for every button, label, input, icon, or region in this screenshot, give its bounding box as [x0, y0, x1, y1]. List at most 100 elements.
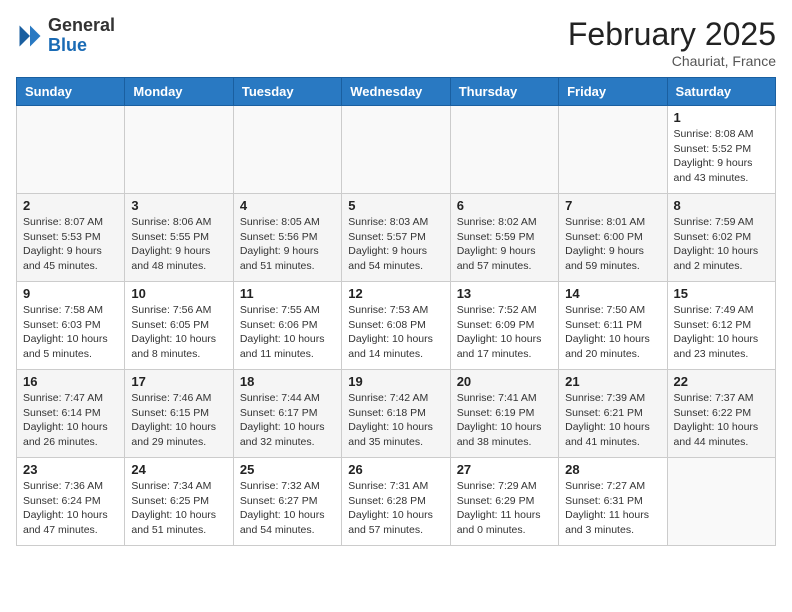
logo-general: General	[48, 15, 115, 35]
day-number: 23	[23, 462, 118, 477]
logo-blue: Blue	[48, 35, 87, 55]
day-number: 9	[23, 286, 118, 301]
weekday-header: Monday	[125, 78, 233, 106]
calendar-day: 15 Sunrise: 7:49 AM Sunset: 6:12 PM Dayli…	[667, 282, 775, 370]
calendar-day: 9 Sunrise: 7:58 AM Sunset: 6:03 PM Daylig…	[17, 282, 125, 370]
calendar-week-row: 1Sunrise: 8:08 AM Sunset: 5:52 PM Daylig…	[17, 106, 776, 194]
calendar-day: 3 Sunrise: 8:06 AM Sunset: 5:55 PM Daylig…	[125, 194, 233, 282]
weekday-header-row: SundayMondayTuesdayWednesdayThursdayFrid…	[17, 78, 776, 106]
day-info: Sunrise: 8:02 AM Sunset: 5:59 PM Dayligh…	[457, 215, 552, 274]
calendar-week-row: 2 Sunrise: 8:07 AM Sunset: 5:53 PM Daylig…	[17, 194, 776, 282]
day-info: Sunrise: 7:55 AM Sunset: 6:06 PM Dayligh…	[240, 303, 335, 362]
calendar-day: 6Sunrise: 8:02 AM Sunset: 5:59 PM Daylig…	[450, 194, 558, 282]
day-number: 24	[131, 462, 226, 477]
day-number: 21	[565, 374, 660, 389]
day-number: 25	[240, 462, 335, 477]
day-number: 7	[565, 198, 660, 213]
day-info: Sunrise: 8:01 AM Sunset: 6:00 PM Dayligh…	[565, 215, 660, 274]
calendar-day	[450, 106, 558, 194]
day-info: Sunrise: 7:52 AM Sunset: 6:09 PM Dayligh…	[457, 303, 552, 362]
day-number: 22	[674, 374, 769, 389]
calendar-day: 5Sunrise: 8:03 AM Sunset: 5:57 PM Daylig…	[342, 194, 450, 282]
day-number: 3	[131, 198, 226, 213]
calendar-day: 7 Sunrise: 8:01 AM Sunset: 6:00 PM Daylig…	[559, 194, 667, 282]
day-info: Sunrise: 7:56 AM Sunset: 6:05 PM Dayligh…	[131, 303, 226, 362]
logo-icon	[16, 22, 44, 50]
day-info: Sunrise: 8:07 AM Sunset: 5:53 PM Dayligh…	[23, 215, 118, 274]
calendar-day: 20 Sunrise: 7:41 AM Sunset: 6:19 PM Dayli…	[450, 370, 558, 458]
day-info: Sunrise: 7:34 AM Sunset: 6:25 PM Dayligh…	[131, 479, 226, 538]
calendar-day: 1Sunrise: 8:08 AM Sunset: 5:52 PM Daylig…	[667, 106, 775, 194]
day-info: Sunrise: 7:53 AM Sunset: 6:08 PM Dayligh…	[348, 303, 443, 362]
calendar-week-row: 23 Sunrise: 7:36 AM Sunset: 6:24 PM Dayli…	[17, 458, 776, 546]
day-info: Sunrise: 7:36 AM Sunset: 6:24 PM Dayligh…	[23, 479, 118, 538]
calendar-day: 26 Sunrise: 7:31 AM Sunset: 6:28 PM Dayli…	[342, 458, 450, 546]
calendar-week-row: 16 Sunrise: 7:47 AM Sunset: 6:14 PM Dayli…	[17, 370, 776, 458]
calendar-day: 28 Sunrise: 7:27 AM Sunset: 6:31 PM Dayli…	[559, 458, 667, 546]
day-number: 8	[674, 198, 769, 213]
calendar-day: 19 Sunrise: 7:42 AM Sunset: 6:18 PM Dayli…	[342, 370, 450, 458]
calendar-day	[342, 106, 450, 194]
calendar-day: 24 Sunrise: 7:34 AM Sunset: 6:25 PM Dayli…	[125, 458, 233, 546]
day-info: Sunrise: 7:32 AM Sunset: 6:27 PM Dayligh…	[240, 479, 335, 538]
day-number: 16	[23, 374, 118, 389]
calendar-day	[559, 106, 667, 194]
day-number: 19	[348, 374, 443, 389]
day-info: Sunrise: 7:27 AM Sunset: 6:31 PM Dayligh…	[565, 479, 660, 538]
day-info: Sunrise: 8:05 AM Sunset: 5:56 PM Dayligh…	[240, 215, 335, 274]
day-number: 11	[240, 286, 335, 301]
calendar-day: 16 Sunrise: 7:47 AM Sunset: 6:14 PM Dayli…	[17, 370, 125, 458]
day-number: 12	[348, 286, 443, 301]
weekday-header: Wednesday	[342, 78, 450, 106]
calendar-day: 12 Sunrise: 7:53 AM Sunset: 6:08 PM Dayli…	[342, 282, 450, 370]
calendar-week-row: 9 Sunrise: 7:58 AM Sunset: 6:03 PM Daylig…	[17, 282, 776, 370]
location: Chauriat, France	[568, 53, 776, 69]
day-number: 20	[457, 374, 552, 389]
day-number: 28	[565, 462, 660, 477]
calendar-day: 17Sunrise: 7:46 AM Sunset: 6:15 PM Dayli…	[125, 370, 233, 458]
day-number: 13	[457, 286, 552, 301]
day-info: Sunrise: 7:44 AM Sunset: 6:17 PM Dayligh…	[240, 391, 335, 450]
day-info: Sunrise: 7:58 AM Sunset: 6:03 PM Dayligh…	[23, 303, 118, 362]
calendar-day	[125, 106, 233, 194]
day-number: 26	[348, 462, 443, 477]
weekday-header: Saturday	[667, 78, 775, 106]
day-info: Sunrise: 7:49 AM Sunset: 6:12 PM Dayligh…	[674, 303, 769, 362]
calendar-day: 2 Sunrise: 8:07 AM Sunset: 5:53 PM Daylig…	[17, 194, 125, 282]
calendar-day	[667, 458, 775, 546]
day-number: 27	[457, 462, 552, 477]
calendar-day: 10 Sunrise: 7:56 AM Sunset: 6:05 PM Dayli…	[125, 282, 233, 370]
page-header: General Blue February 2025 Chauriat, Fra…	[16, 16, 776, 69]
calendar-day	[17, 106, 125, 194]
day-number: 10	[131, 286, 226, 301]
calendar-day: 14Sunrise: 7:50 AM Sunset: 6:11 PM Dayli…	[559, 282, 667, 370]
day-info: Sunrise: 7:41 AM Sunset: 6:19 PM Dayligh…	[457, 391, 552, 450]
weekday-header: Sunday	[17, 78, 125, 106]
day-number: 2	[23, 198, 118, 213]
weekday-header: Tuesday	[233, 78, 341, 106]
calendar-day: 13 Sunrise: 7:52 AM Sunset: 6:09 PM Dayli…	[450, 282, 558, 370]
day-number: 5	[348, 198, 443, 213]
logo: General Blue	[16, 16, 115, 56]
weekday-header: Friday	[559, 78, 667, 106]
day-info: Sunrise: 7:42 AM Sunset: 6:18 PM Dayligh…	[348, 391, 443, 450]
logo-text: General Blue	[48, 16, 115, 56]
calendar-day: 11 Sunrise: 7:55 AM Sunset: 6:06 PM Dayli…	[233, 282, 341, 370]
day-info: Sunrise: 7:59 AM Sunset: 6:02 PM Dayligh…	[674, 215, 769, 274]
day-number: 1	[674, 110, 769, 125]
day-info: Sunrise: 7:31 AM Sunset: 6:28 PM Dayligh…	[348, 479, 443, 538]
day-number: 17	[131, 374, 226, 389]
day-info: Sunrise: 7:47 AM Sunset: 6:14 PM Dayligh…	[23, 391, 118, 450]
day-info: Sunrise: 7:50 AM Sunset: 6:11 PM Dayligh…	[565, 303, 660, 362]
day-number: 18	[240, 374, 335, 389]
calendar-day: 25 Sunrise: 7:32 AM Sunset: 6:27 PM Dayli…	[233, 458, 341, 546]
day-info: Sunrise: 7:39 AM Sunset: 6:21 PM Dayligh…	[565, 391, 660, 450]
calendar-day: 18 Sunrise: 7:44 AM Sunset: 6:17 PM Dayli…	[233, 370, 341, 458]
day-number: 4	[240, 198, 335, 213]
weekday-header: Thursday	[450, 78, 558, 106]
day-info: Sunrise: 7:37 AM Sunset: 6:22 PM Dayligh…	[674, 391, 769, 450]
day-number: 15	[674, 286, 769, 301]
day-info: Sunrise: 7:29 AM Sunset: 6:29 PM Dayligh…	[457, 479, 552, 538]
day-info: Sunrise: 8:06 AM Sunset: 5:55 PM Dayligh…	[131, 215, 226, 274]
calendar-day: 27 Sunrise: 7:29 AM Sunset: 6:29 PM Dayli…	[450, 458, 558, 546]
